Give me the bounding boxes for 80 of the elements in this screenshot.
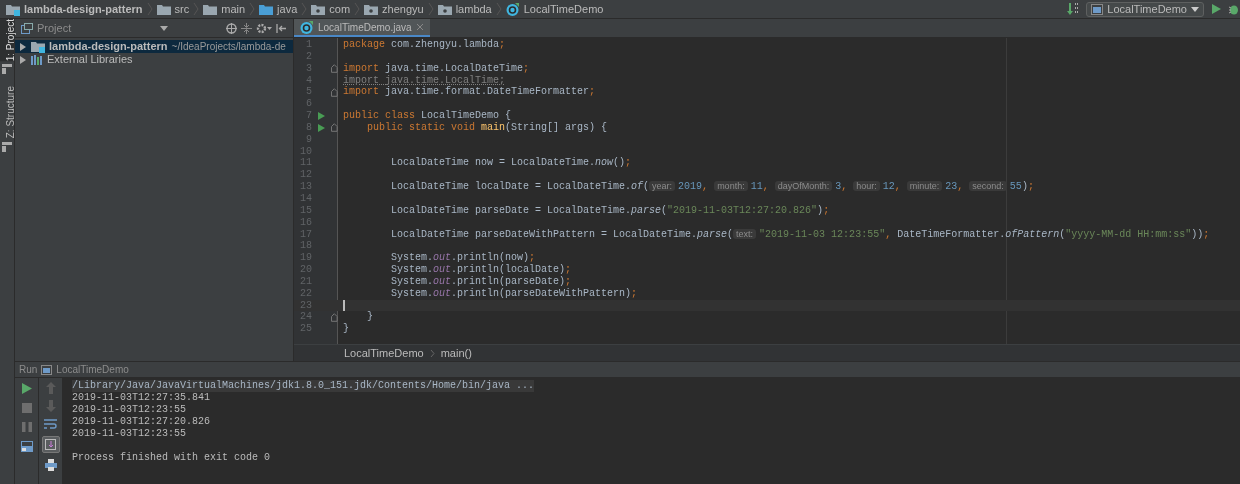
breadcrumb-item[interactable]: src (174, 0, 190, 18)
settings-icon[interactable] (256, 22, 272, 34)
console-icon (41, 364, 53, 375)
text-cursor (343, 300, 345, 311)
breadcrumb-item[interactable]: com (329, 0, 351, 18)
pause-icon[interactable] (21, 422, 32, 432)
fold-icon[interactable] (331, 123, 338, 133)
run-configuration-dropdown[interactable]: LocalTimeDemo (1086, 1, 1204, 17)
caret-icon (1191, 6, 1199, 12)
breadcrumb-item[interactable]: lambda-design-pattern (24, 0, 143, 18)
code-line: package com.zhengyu.lambda; (343, 39, 506, 51)
panel-title: Project (37, 20, 72, 36)
console-line: 2019-11-03T12:27:20.826 (72, 416, 212, 428)
breadcrumb-item[interactable]: zhengyu (382, 0, 424, 18)
print-icon[interactable] (44, 459, 57, 471)
code-line: System.out.println(localDate); (390, 264, 572, 276)
tree-label: External Libraries (47, 53, 133, 66)
breadcrumb-item[interactable]: lambda (455, 0, 492, 18)
console-line: 2019-11-03T12:23:55 (72, 428, 188, 440)
project-icon (2, 64, 12, 75)
code-line: import java.time.LocalTime; (343, 74, 506, 86)
chevron-icon (429, 349, 435, 357)
panel-icon (21, 22, 33, 34)
code-line: public static void main(String[] args) { (366, 121, 608, 134)
code-line: LocalDateTime parseDateWithPattern = LocalDateTime.parse( text: "2019-11-03 12:23:55", DateTimeFormatter.ofPattern("yyyy-MM-dd HH:mm:ss")); (390, 228, 1210, 241)
breadcrumb-item[interactable]: LocalTimeDemo (523, 0, 604, 18)
console-icon (1091, 3, 1104, 15)
console-line: Process finished with exit code 0 (72, 452, 271, 463)
fold-icon[interactable] (331, 87, 338, 97)
folder-icon (203, 2, 218, 16)
tree-path: ~/IdeaProjects/lambda-de (171, 40, 286, 53)
code-line: System.out.println(parseDateWithPattern); (390, 287, 638, 300)
scroll-to-end-button[interactable] (41, 436, 60, 453)
tree-row[interactable]: lambda-design-pattern ~/IdeaProjects/lambda-de (15, 40, 293, 53)
soft-wrap-icon[interactable] (44, 418, 57, 430)
structure-icon (2, 141, 12, 152)
library-icon (31, 53, 43, 66)
hide-icon[interactable] (276, 22, 287, 34)
run-icon[interactable] (1210, 3, 1222, 15)
code-line: LocalDateTime parseDate = LocalDateTime.parse("2019-11-03T12:27:20.826"); (390, 204, 830, 217)
folder-icon (156, 2, 171, 16)
build-icon[interactable] (1066, 2, 1081, 16)
fold-icon[interactable] (331, 312, 338, 322)
folder-icon (259, 2, 274, 16)
code-line: import java.time.LocalDateTime; (343, 62, 530, 75)
code-line: } (343, 323, 349, 336)
breadcrumb-item[interactable]: main() (440, 344, 472, 362)
tool-window-tab[interactable]: 1: Project (0, 19, 15, 62)
code-line: LocalDateTime localDate = LocalDateTime.of( year: 2019, month: 11, dayOfMonth: 3, hour: 12, minute: 23, second: 55); (390, 181, 1034, 193)
debug-icon[interactable] (1228, 3, 1238, 15)
breadcrumb-item[interactable]: LocalTimeDemo (344, 344, 424, 362)
module-icon (31, 40, 45, 53)
run-tab[interactable]: LocalTimeDemo (56, 362, 129, 377)
code-line: } (366, 311, 373, 324)
collapse-icon[interactable] (241, 22, 252, 34)
code-line: public class LocalTimeDemo { (343, 110, 512, 122)
code-line: System.out.println(parseDate); (390, 275, 572, 288)
tree-label: lambda-design-pattern (49, 40, 168, 53)
rerun-icon[interactable] (21, 383, 32, 394)
code-line: import java.time.format.DateTimeFormatter; (343, 86, 596, 99)
locate-icon[interactable] (226, 22, 237, 34)
code-line: LocalDateTime now = LocalDateTime.now(); (390, 157, 632, 170)
caret-icon[interactable] (160, 25, 168, 31)
console-line: 2019-11-03T12:27:35.841 (72, 392, 212, 404)
module-icon (6, 2, 20, 16)
breadcrumb-item[interactable]: java (277, 0, 298, 18)
tree-row[interactable]: External Libraries (15, 53, 293, 66)
panel-title[interactable]: Run (19, 362, 38, 377)
close-icon[interactable] (415, 23, 424, 31)
console-line: 2019-11-03T12:23:55 (72, 404, 188, 416)
code-line: System.out.println(now); (390, 252, 536, 264)
breadcrumb-item[interactable]: main (221, 0, 246, 18)
layout-icon[interactable] (20, 441, 33, 452)
editor-tab[interactable]: LocalTimeDemo.java (294, 19, 430, 37)
stop-icon[interactable] (21, 403, 32, 413)
fold-icon[interactable] (331, 64, 338, 74)
class-icon (300, 20, 314, 34)
run-icon[interactable] (318, 112, 325, 120)
run-icon[interactable] (318, 123, 325, 132)
tool-window-tab[interactable]: Z: Structure (0, 86, 15, 139)
